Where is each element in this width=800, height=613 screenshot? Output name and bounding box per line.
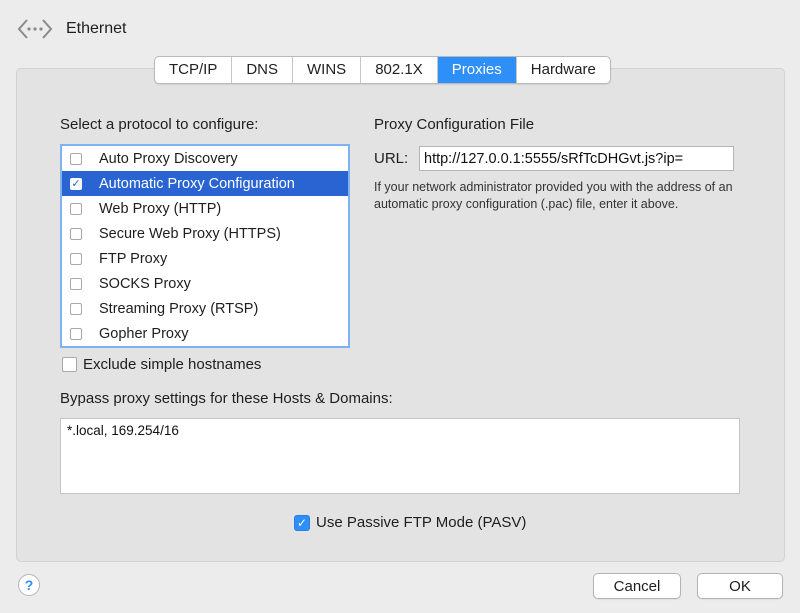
protocol-item-socks-proxy[interactable]: SOCKS Proxy xyxy=(62,271,348,296)
config-file-heading: Proxy Configuration File xyxy=(374,116,535,133)
bypass-heading: Bypass proxy settings for these Hosts & … xyxy=(60,390,393,407)
protocol-checkbox[interactable] xyxy=(70,327,82,340)
tab-proxies[interactable]: Proxies xyxy=(437,57,517,83)
tab-hardware[interactable]: Hardware xyxy=(517,57,610,83)
bypass-hosts-field[interactable]: *.local, 169.254/16 xyxy=(60,418,740,494)
url-label: URL: xyxy=(374,150,409,167)
protocol-item-label: Web Proxy (HTTP) xyxy=(99,200,222,217)
network-arrows-icon[interactable] xyxy=(16,14,54,44)
tab-wins[interactable]: WINS xyxy=(293,57,362,83)
protocol-item-streaming-proxy[interactable]: Streaming Proxy (RTSP) xyxy=(62,296,348,321)
passive-ftp-checkbox[interactable]: ✓ xyxy=(294,514,310,531)
exclude-label: Exclude simple hostnames xyxy=(83,356,262,373)
exclude-simple-hostnames[interactable]: Exclude simple hostnames xyxy=(62,356,261,373)
protocol-item-label: Streaming Proxy (RTSP) xyxy=(99,300,259,317)
protocol-item-label: Automatic Proxy Configuration xyxy=(99,175,295,192)
tab-8021x[interactable]: 802.1X xyxy=(361,57,438,83)
protocol-item-auto-discovery[interactable]: Auto Proxy Discovery xyxy=(62,146,348,171)
protocol-list-heading: Select a protocol to configure: xyxy=(60,116,259,133)
window-title: Ethernet xyxy=(66,20,127,37)
cancel-button[interactable]: Cancel xyxy=(593,573,681,599)
protocol-checkbox[interactable]: ✓ xyxy=(70,177,82,190)
protocol-item-gopher-proxy[interactable]: Gopher Proxy xyxy=(62,321,348,346)
window-header: Ethernet xyxy=(16,14,126,44)
protocol-checkbox[interactable] xyxy=(70,277,82,290)
protocol-list: Auto Proxy Discovery ✓ Automatic Proxy C… xyxy=(60,144,350,348)
protocol-item-label: Secure Web Proxy (HTTPS) xyxy=(99,225,281,242)
protocol-checkbox[interactable] xyxy=(70,152,82,165)
protocol-item-label: Auto Proxy Discovery xyxy=(99,150,238,167)
protocol-checkbox[interactable] xyxy=(70,302,82,315)
url-field[interactable] xyxy=(419,146,734,171)
protocol-checkbox[interactable] xyxy=(70,252,82,265)
protocol-checkbox[interactable] xyxy=(70,227,82,240)
ok-button[interactable]: OK xyxy=(697,573,783,599)
help-button[interactable]: ? xyxy=(18,574,40,596)
passive-ftp-label: Use Passive FTP Mode (PASV) xyxy=(316,514,527,531)
protocol-item-label: FTP Proxy xyxy=(99,250,168,267)
protocol-item-web-proxy[interactable]: Web Proxy (HTTP) xyxy=(62,196,348,221)
protocol-checkbox[interactable] xyxy=(70,202,82,215)
protocol-item-secure-web-proxy[interactable]: Secure Web Proxy (HTTPS) xyxy=(62,221,348,246)
tab-bar: TCP/IP DNS WINS 802.1X Proxies Hardware xyxy=(154,56,611,84)
protocol-item-auto-config[interactable]: ✓ Automatic Proxy Configuration xyxy=(62,171,348,196)
passive-ftp-option[interactable]: ✓ Use Passive FTP Mode (PASV) xyxy=(294,514,526,531)
protocol-item-label: Gopher Proxy xyxy=(99,325,189,342)
url-help-text: If your network administrator provided y… xyxy=(374,180,733,211)
tab-tcpip[interactable]: TCP/IP xyxy=(155,57,233,83)
tab-dns[interactable]: DNS xyxy=(232,57,294,83)
protocol-item-ftp-proxy[interactable]: FTP Proxy xyxy=(62,246,348,271)
protocol-item-label: SOCKS Proxy xyxy=(99,275,191,292)
exclude-checkbox[interactable] xyxy=(62,357,77,372)
